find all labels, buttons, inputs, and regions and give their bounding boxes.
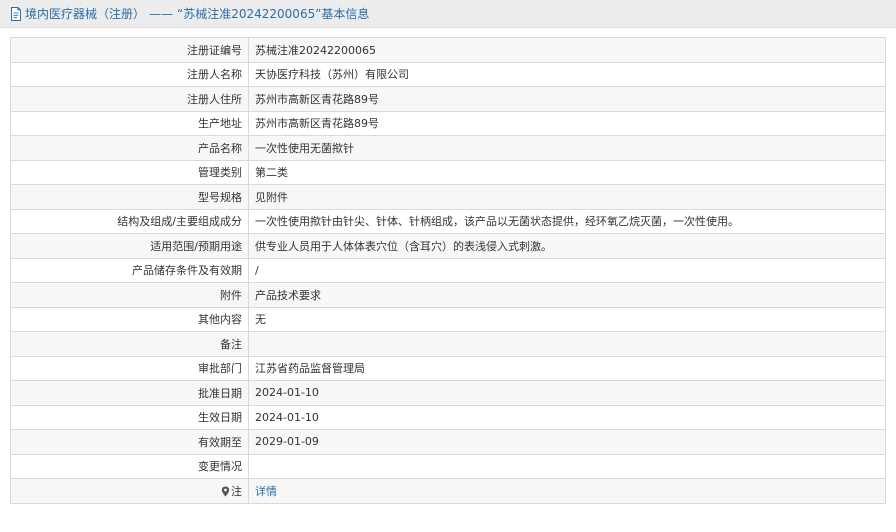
row-value: 江苏省药品监督管理局 [248,355,886,381]
row-value [248,331,886,357]
table-row: 管理类别 第二类 [10,159,886,185]
row-label: 备注 [10,331,249,357]
row-value: / [248,257,886,283]
table-row: 注册证编号 苏械注准20242200065 [10,37,886,63]
table-row: 注册人住所 苏州市高新区青花路89号 [10,86,886,112]
record-title: “苏械注准20242200065”基本信息 [177,7,370,21]
table-row: 生效日期 2024-01-10 [10,404,886,430]
row-label: 产品名称 [10,135,249,161]
row-label: 有效期至 [10,429,249,455]
row-label: 批准日期 [10,380,249,406]
row-label: 生产地址 [10,110,249,136]
row-label: 管理类别 [10,159,249,185]
row-value: 2029-01-09 [248,429,886,455]
row-label: 注册人住所 [10,86,249,112]
row-label: 注册人名称 [10,61,249,87]
row-label: 审批部门 [10,355,249,381]
note-row: 注 详情 [10,478,886,504]
row-value: 一次性使用无菌揿针 [248,135,886,161]
table-row: 变更情况 [10,453,886,479]
note-label: 注 [231,484,242,498]
table-row: 产品名称 一次性使用无菌揿针 [10,135,886,161]
table-row: 批准日期 2024-01-10 [10,380,886,406]
row-label: 适用范围/预期用途 [10,233,249,259]
row-value: 苏州市高新区青花路89号 [248,110,886,136]
row-label: 结构及组成/主要组成成分 [10,208,249,234]
table-row: 备注 [10,331,886,357]
table-row: 产品储存条件及有效期 / [10,257,886,283]
table-row: 结构及组成/主要组成成分 一次性使用揿针由针尖、针体、针柄组成，该产品以无菌状态… [10,208,886,234]
details-link[interactable]: 详情 [255,485,277,498]
table-row: 其他内容 无 [10,306,886,332]
row-value: 苏械注准20242200065 [248,37,886,63]
category-title: 境内医疗器械（注册） [25,7,146,21]
row-value: 见附件 [248,184,886,210]
note-label-cell: 注 [10,478,249,504]
table-row: 生产地址 苏州市高新区青花路89号 [10,110,886,136]
row-value: 产品技术要求 [248,282,886,308]
row-label: 注册证编号 [10,37,249,63]
row-value [248,453,886,479]
row-value: 2024-01-10 [248,380,886,406]
page-title-bar: 境内医疗器械（注册） —— “苏械注准20242200065”基本信息 [0,0,896,28]
table-row: 适用范围/预期用途 供专业人员用于人体体表穴位（含耳穴）的表浅侵入式刺激。 [10,233,886,259]
row-value: 一次性使用揿针由针尖、针体、针柄组成，该产品以无菌状态提供，经环氧乙烷灭菌，一次… [248,208,886,234]
row-value: 无 [248,306,886,332]
row-value: 天协医疗科技（苏州）有限公司 [248,61,886,87]
title-separator: —— [149,6,174,21]
table-row: 注册人名称 天协医疗科技（苏州）有限公司 [10,61,886,87]
location-pin-icon [221,486,230,497]
row-label: 变更情况 [10,453,249,479]
row-value: 供专业人员用于人体体表穴位（含耳穴）的表浅侵入式刺激。 [248,233,886,259]
row-label: 附件 [10,282,249,308]
table-row: 有效期至 2029-01-09 [10,429,886,455]
registration-detail-table: 注册证编号 苏械注准20242200065 注册人名称 天协医疗科技（苏州）有限… [10,37,886,504]
table-row: 型号规格 见附件 [10,184,886,210]
document-icon [10,6,22,21]
row-label: 型号规格 [10,184,249,210]
row-value: 2024-01-10 [248,404,886,430]
row-label: 产品储存条件及有效期 [10,257,249,283]
note-value-cell: 详情 [248,478,886,504]
table-row: 附件 产品技术要求 [10,282,886,308]
table-row: 审批部门 江苏省药品监督管理局 [10,355,886,381]
row-label: 生效日期 [10,404,249,430]
row-value: 第二类 [248,159,886,185]
row-label: 其他内容 [10,306,249,332]
row-value: 苏州市高新区青花路89号 [248,86,886,112]
